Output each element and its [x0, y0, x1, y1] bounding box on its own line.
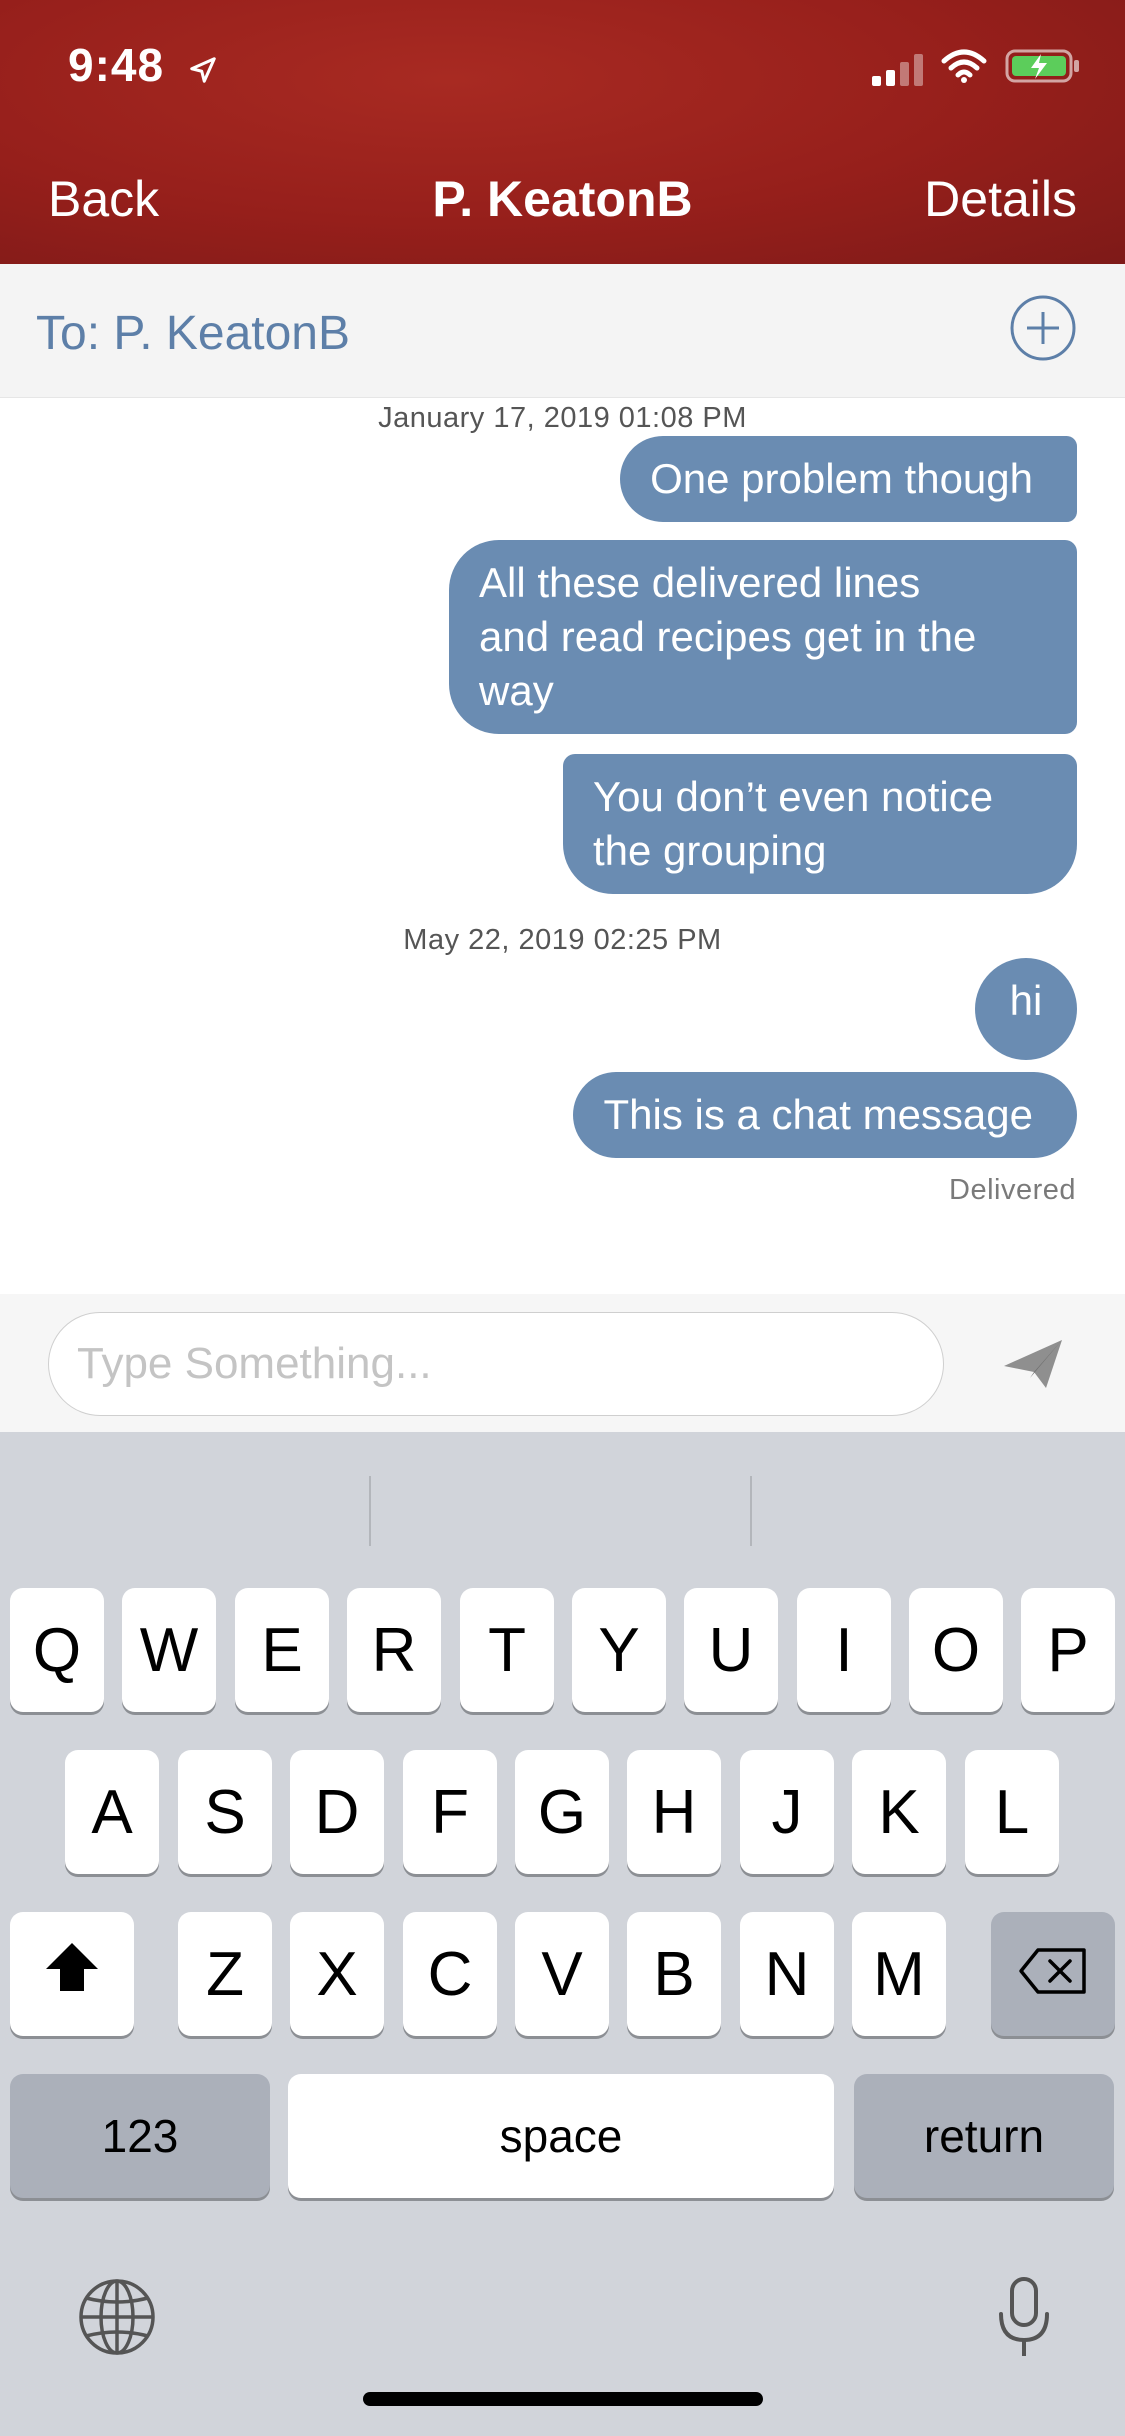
backspace-key[interactable]	[991, 1912, 1115, 2036]
recipient-label: To: P. KeatonB	[36, 307, 351, 360]
wifi-icon	[941, 49, 987, 88]
message-text: hi	[1009, 977, 1043, 1024]
message-text: One problem though	[650, 455, 1033, 502]
suggestion-divider	[369, 1476, 371, 1546]
shift-key[interactable]	[10, 1912, 134, 2036]
globe-icon[interactable]	[78, 2278, 156, 2361]
key-f[interactable]: F	[403, 1750, 497, 1874]
message-text-line: You don’t even notice	[593, 773, 994, 820]
recipient-bar: To: P. KeatonB	[0, 264, 1125, 398]
delivery-status: Delivered	[949, 1174, 1076, 1206]
home-indicator	[363, 2392, 763, 2406]
key-d[interactable]: D	[290, 1750, 384, 1874]
key-j[interactable]: J	[740, 1750, 834, 1874]
key-u[interactable]: U	[684, 1588, 778, 1712]
back-button[interactable]: Back	[48, 170, 159, 228]
send-icon[interactable]	[1000, 1336, 1066, 1397]
key-p[interactable]: P	[1021, 1588, 1115, 1712]
message-text-line: the grouping	[593, 827, 827, 874]
suggestion-divider	[750, 1476, 752, 1546]
microphone-icon[interactable]	[996, 2276, 1052, 2365]
message-text-line: All these delivered lines	[479, 559, 921, 606]
message-bubble[interactable]: You don’t even notice the grouping	[563, 754, 1077, 894]
battery-charging-icon	[1005, 48, 1081, 89]
message-input[interactable]	[48, 1312, 944, 1416]
key-h[interactable]: H	[627, 1750, 721, 1874]
key-i[interactable]: I	[797, 1588, 891, 1712]
key-r[interactable]: R	[347, 1588, 441, 1712]
key-a[interactable]: A	[65, 1750, 159, 1874]
cellular-icon	[872, 52, 923, 86]
message-bubble[interactable]: One problem though	[620, 436, 1077, 522]
status-time: 9:48	[68, 38, 218, 96]
key-c[interactable]: C	[403, 1912, 497, 2036]
space-key[interactable]: space	[288, 2074, 834, 2198]
key-x[interactable]: X	[290, 1912, 384, 2036]
compose-bar	[0, 1294, 1125, 1432]
key-b[interactable]: B	[627, 1912, 721, 2036]
message-list[interactable]: January 17, 2019 01:08 PM One problem th…	[0, 398, 1125, 1294]
header: 9:48 Back P. KeatonB Details	[0, 0, 1125, 264]
key-g[interactable]: G	[515, 1750, 609, 1874]
numbers-key[interactable]: 123	[10, 2074, 270, 2198]
message-bubble[interactable]: hi	[975, 958, 1077, 1060]
return-key[interactable]: return	[854, 2074, 1114, 2198]
key-l[interactable]: L	[965, 1750, 1059, 1874]
shift-icon	[42, 1939, 102, 2010]
message-text-line: and read recipes get in the	[479, 613, 977, 660]
keyboard: Q W E R T Y U I O P A S D F G H J K L Z …	[0, 1432, 1125, 2436]
key-m[interactable]: M	[852, 1912, 946, 2036]
key-t[interactable]: T	[460, 1588, 554, 1712]
key-s[interactable]: S	[178, 1750, 272, 1874]
backspace-icon	[1018, 1939, 1088, 2010]
timestamp: May 22, 2019 02:25 PM	[403, 924, 722, 956]
key-k[interactable]: K	[852, 1750, 946, 1874]
message-text: This is a chat message	[603, 1091, 1033, 1138]
key-o[interactable]: O	[909, 1588, 1003, 1712]
timestamp: January 17, 2019 01:08 PM	[378, 402, 747, 434]
message-bubble[interactable]: This is a chat message	[573, 1072, 1077, 1158]
location-arrow-icon	[188, 42, 218, 96]
message-bubble[interactable]: All these delivered lines and read recip…	[449, 540, 1077, 734]
key-n[interactable]: N	[740, 1912, 834, 2036]
key-y[interactable]: Y	[572, 1588, 666, 1712]
add-circle-icon[interactable]	[1009, 294, 1077, 367]
key-q[interactable]: Q	[10, 1588, 104, 1712]
key-z[interactable]: Z	[178, 1912, 272, 2036]
key-v[interactable]: V	[515, 1912, 609, 2036]
message-text-line: way	[479, 667, 554, 714]
key-w[interactable]: W	[122, 1588, 216, 1712]
status-time-text: 9:48	[68, 39, 165, 91]
details-button[interactable]: Details	[924, 170, 1077, 228]
key-e[interactable]: E	[235, 1588, 329, 1712]
status-icons	[872, 48, 1081, 89]
